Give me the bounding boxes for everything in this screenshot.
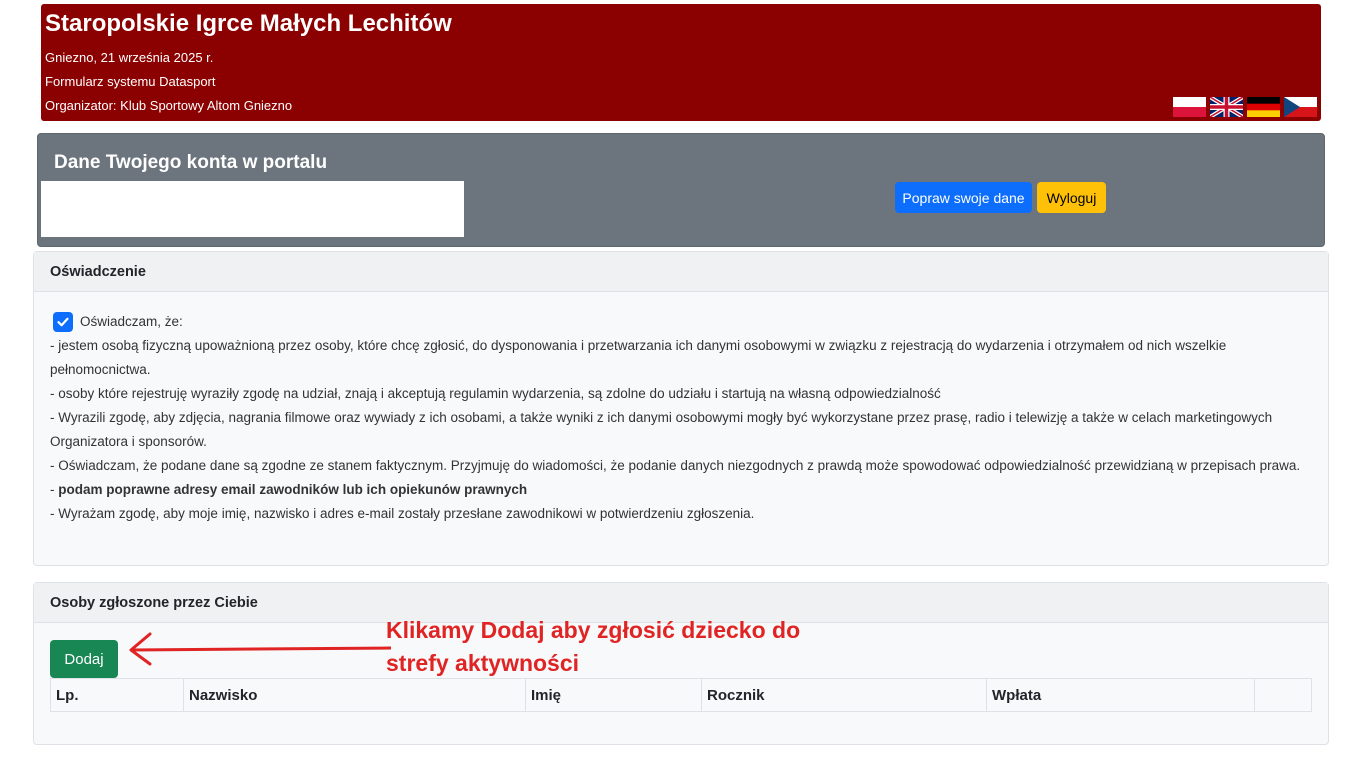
declaration-header: Oświadczenie bbox=[34, 252, 1328, 292]
event-header: Staropolskie Igrce Małych Lechitów Gniez… bbox=[41, 4, 1321, 121]
event-date: Gniezno, 21 września 2025 r. bbox=[45, 50, 214, 65]
flag-de-icon[interactable] bbox=[1247, 97, 1280, 117]
col-surname: Nazwisko bbox=[183, 678, 526, 712]
account-info-box bbox=[41, 181, 464, 237]
logout-button[interactable]: Wyloguj bbox=[1037, 182, 1106, 213]
flag-pl-icon[interactable] bbox=[1173, 97, 1206, 117]
persons-table: Lp. Nazwisko Imię Rocznik Wpłata bbox=[50, 678, 1312, 712]
declaration-intro: Oświadczam, że: bbox=[80, 314, 183, 329]
language-flags bbox=[1173, 97, 1317, 117]
col-birth-year: Rocznik bbox=[701, 678, 987, 712]
col-payment: Wpłata bbox=[986, 678, 1255, 712]
declaration-line-5-prefix: - bbox=[50, 482, 59, 497]
account-title: Dane Twojego konta w portalu bbox=[54, 152, 328, 173]
add-person-button[interactable]: Dodaj bbox=[50, 640, 118, 678]
col-name: Imię bbox=[525, 678, 702, 712]
col-actions bbox=[1254, 678, 1312, 712]
declaration-line-4: - Oświadczam, że podane dane są zgodne z… bbox=[50, 458, 1301, 473]
annotation-arrow-icon bbox=[129, 632, 392, 666]
declaration-checkbox[interactable] bbox=[53, 312, 73, 332]
declaration-line-1: - jestem osobą fizyczną upoważnioną prze… bbox=[50, 338, 1227, 377]
declaration-line-2: - osoby które rejestruję wyraziły zgodę … bbox=[50, 386, 941, 401]
edit-data-button[interactable]: Popraw swoje dane bbox=[895, 182, 1032, 213]
system-name: Formularz systemu Datasport bbox=[45, 74, 216, 89]
table-header-row: Lp. Nazwisko Imię Rocznik Wpłata bbox=[50, 678, 1312, 712]
declaration-card: Oświadczenie Oświadczam, że: - jestem os… bbox=[33, 251, 1329, 566]
organizer: Organizator: Klub Sportowy Altom Gniezno bbox=[45, 98, 293, 113]
flag-cz-icon[interactable] bbox=[1284, 97, 1317, 117]
declaration-body: Oświadczam, że: - jestem osobą fizyczną … bbox=[50, 310, 1318, 526]
event-title: Staropolskie Igrce Małych Lechitów bbox=[45, 10, 452, 37]
declaration-line-3: - Wyrazili zgodę, aby zdjęcia, nagrania … bbox=[50, 410, 1273, 449]
checkmark-icon bbox=[57, 317, 69, 327]
annotation-text: Klikamy Dodaj aby zgłosić dziecko do str… bbox=[386, 617, 801, 676]
declaration-line-5: - podam poprawne adresy email zawodników… bbox=[50, 478, 1318, 502]
account-panel: Dane Twojego konta w portalu Popraw swoj… bbox=[37, 133, 1325, 247]
declaration-line-5-bold: podam poprawne adresy email zawodników l… bbox=[58, 482, 528, 497]
flag-uk-icon[interactable] bbox=[1210, 97, 1243, 117]
declaration-line-6: - Wyrażam zgodę, aby moje imię, nazwisko… bbox=[50, 506, 755, 521]
col-lp: Lp. bbox=[50, 678, 184, 712]
